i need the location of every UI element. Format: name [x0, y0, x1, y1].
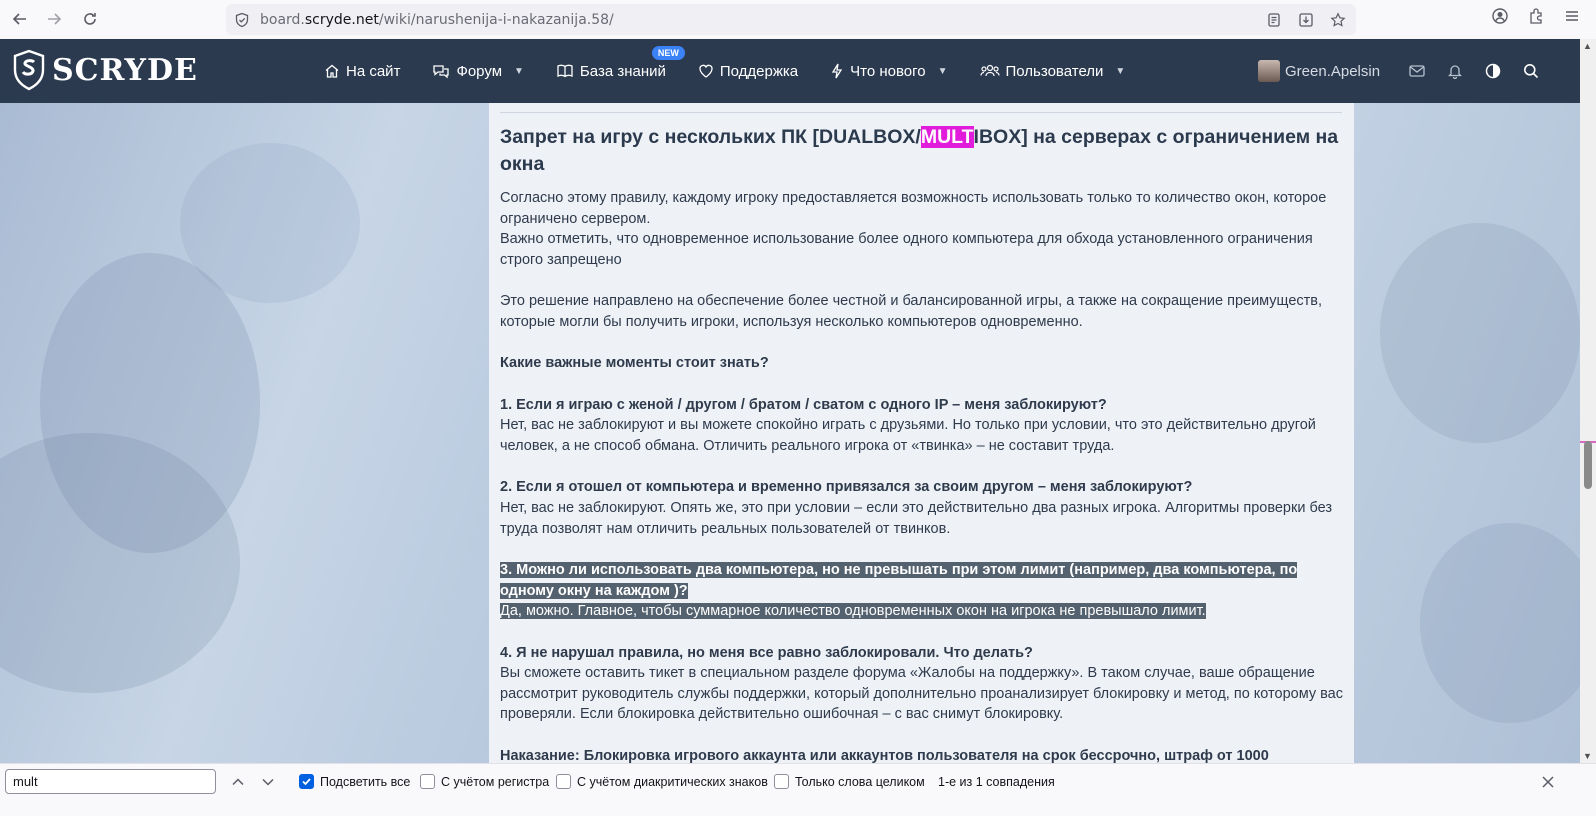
nav-label: Пользователи	[1005, 62, 1104, 80]
url-text: board.scryde.net/wiki/narushenija-i-naka…	[260, 11, 614, 28]
reader-view-icon[interactable]	[1262, 8, 1286, 32]
whole-words-checkbox[interactable]: Только слова целиком	[774, 774, 925, 789]
divider	[500, 112, 1342, 113]
checkbox-label: С учётом диакритических знаков	[577, 774, 768, 789]
users-icon	[979, 64, 1000, 77]
search-icon[interactable]	[1512, 63, 1550, 79]
find-bar: Подсветить все С учётом регистра С учёто…	[0, 763, 1596, 800]
nav-item-site[interactable]: На сайт	[324, 63, 400, 80]
faq-question-3: 3. Можно ли использовать два компьютера,…	[500, 562, 1298, 599]
heart-icon	[699, 64, 713, 78]
new-badge: NEW	[651, 45, 685, 60]
checkbox-label: Подсветить все	[320, 774, 411, 789]
checkbox-box[interactable]	[420, 774, 435, 789]
checkbox-label: Только слова целиком	[795, 774, 925, 789]
chevron-down-icon[interactable]: ▼	[1115, 66, 1125, 77]
nav-label: База знаний	[579, 62, 666, 80]
user-area: Green.Apelsin	[1258, 39, 1550, 103]
site-header: SCRYDE На сайт Форум ▼ База знаний NEW П…	[0, 39, 1580, 103]
chevron-down-icon[interactable]: ▼	[514, 66, 524, 77]
checkbox-box[interactable]	[774, 774, 789, 789]
envelope-icon[interactable]	[1398, 64, 1436, 78]
main-nav: На сайт Форум ▼ База знаний NEW Поддержк…	[320, 39, 1157, 103]
comments-icon	[433, 65, 450, 79]
paragraph-intro: Согласно этому правилу, каждому игроку п…	[500, 190, 1327, 269]
find-previous-icon[interactable]	[227, 770, 249, 794]
match-case-checkbox[interactable]: С учётом регистра	[420, 774, 549, 789]
faq-question-2: 2. Если я отошел от компьютера и временн…	[500, 479, 1193, 495]
scroll-up-icon[interactable]: ▲	[1583, 41, 1592, 51]
diacritics-checkbox[interactable]: С учётом диакритических знаков	[556, 774, 768, 789]
scroll-down-icon[interactable]: ▼	[1583, 751, 1592, 761]
nav-item-forum[interactable]: Форум ▼	[432, 62, 524, 80]
username-link[interactable]: Green.Apelsin	[1285, 63, 1380, 80]
faq-question-1: 1. Если я играю с женой / другом / брато…	[500, 397, 1107, 413]
nav-label: Форум	[456, 62, 503, 80]
match-count: 1-е из 1 совпадения	[938, 775, 1055, 789]
find-input[interactable]	[5, 769, 216, 794]
article-title: Запрет на игру с нескольких ПК [DUALBOX/…	[500, 126, 1339, 175]
nav-label: Поддержка	[719, 62, 799, 80]
nav-item-users[interactable]: Пользователи ▼	[979, 62, 1125, 80]
bottom-strip	[0, 800, 1596, 816]
find-next-icon[interactable]	[257, 770, 279, 794]
logo-text: SCRYDE	[52, 52, 198, 88]
nav-item-whats-new[interactable]: Что нового ▼	[830, 62, 948, 80]
faq-answer-1: Нет, вас не заблокируют и вы можете спок…	[500, 417, 1316, 454]
home-icon	[325, 64, 339, 78]
faq-answer-4: Вы сможете оставить тикет в специальном …	[500, 665, 1343, 723]
scrollbar-thumb[interactable]	[1584, 441, 1592, 489]
nav-item-knowledge-base[interactable]: База знаний NEW	[556, 45, 685, 80]
reload-icon[interactable]	[72, 1, 108, 37]
chevron-down-icon[interactable]: ▼	[938, 66, 948, 77]
faq-answer-2: Нет, вас не заблокируют. Опять же, это п…	[500, 500, 1333, 537]
highlight-all-checkbox[interactable]: Подсветить все	[299, 774, 410, 789]
avatar[interactable]	[1258, 60, 1280, 82]
find-highlight: MULT	[920, 126, 974, 148]
nav-label: На сайт	[346, 62, 401, 80]
extensions-icon[interactable]	[1524, 4, 1548, 28]
bolt-icon	[831, 63, 843, 79]
menu-icon[interactable]	[1560, 4, 1584, 28]
faq-question-4: 4. Я не нарушал правила, но меня все рав…	[500, 645, 1033, 661]
save-page-icon[interactable]	[1294, 8, 1318, 32]
checkbox-label: С учётом регистра	[441, 774, 550, 789]
bell-icon[interactable]	[1436, 63, 1474, 79]
nav-item-support[interactable]: Поддержка	[698, 63, 798, 80]
site-logo[interactable]: SCRYDE	[12, 49, 198, 91]
page-scrollbar[interactable]: ▲ ▼	[1580, 39, 1596, 763]
forward-icon[interactable]	[36, 1, 72, 37]
close-icon[interactable]	[1536, 770, 1560, 794]
address-bar[interactable]: board.scryde.net/wiki/narushenija-i-naka…	[226, 4, 1356, 35]
checkmark-icon[interactable]	[299, 774, 314, 789]
back-icon[interactable]	[2, 1, 38, 37]
faq-answer-3: Да, можно. Главное, чтобы суммарное коли…	[500, 603, 1206, 619]
site-security-icon[interactable]	[234, 12, 250, 28]
nav-label: Что нового	[850, 62, 926, 80]
browser-toolbar: board.scryde.net/wiki/narushenija-i-naka…	[0, 0, 1596, 39]
theme-toggle-icon[interactable]	[1474, 63, 1512, 79]
shield-logo-icon	[13, 49, 45, 91]
book-icon	[557, 64, 573, 78]
bookmark-star-icon[interactable]	[1326, 8, 1350, 32]
checkbox-box[interactable]	[556, 774, 571, 789]
faq-heading: Какие важные моменты стоит знать?	[500, 355, 769, 371]
article-content: Запрет на игру с нескольких ПК [DUALBOX/…	[489, 103, 1354, 763]
paragraph-purpose: Это решение направлено на обеспечение бо…	[500, 293, 1323, 330]
account-icon[interactable]	[1488, 4, 1512, 28]
punishment-text: Наказание: Блокировка игрового аккаунта …	[500, 748, 1269, 763]
